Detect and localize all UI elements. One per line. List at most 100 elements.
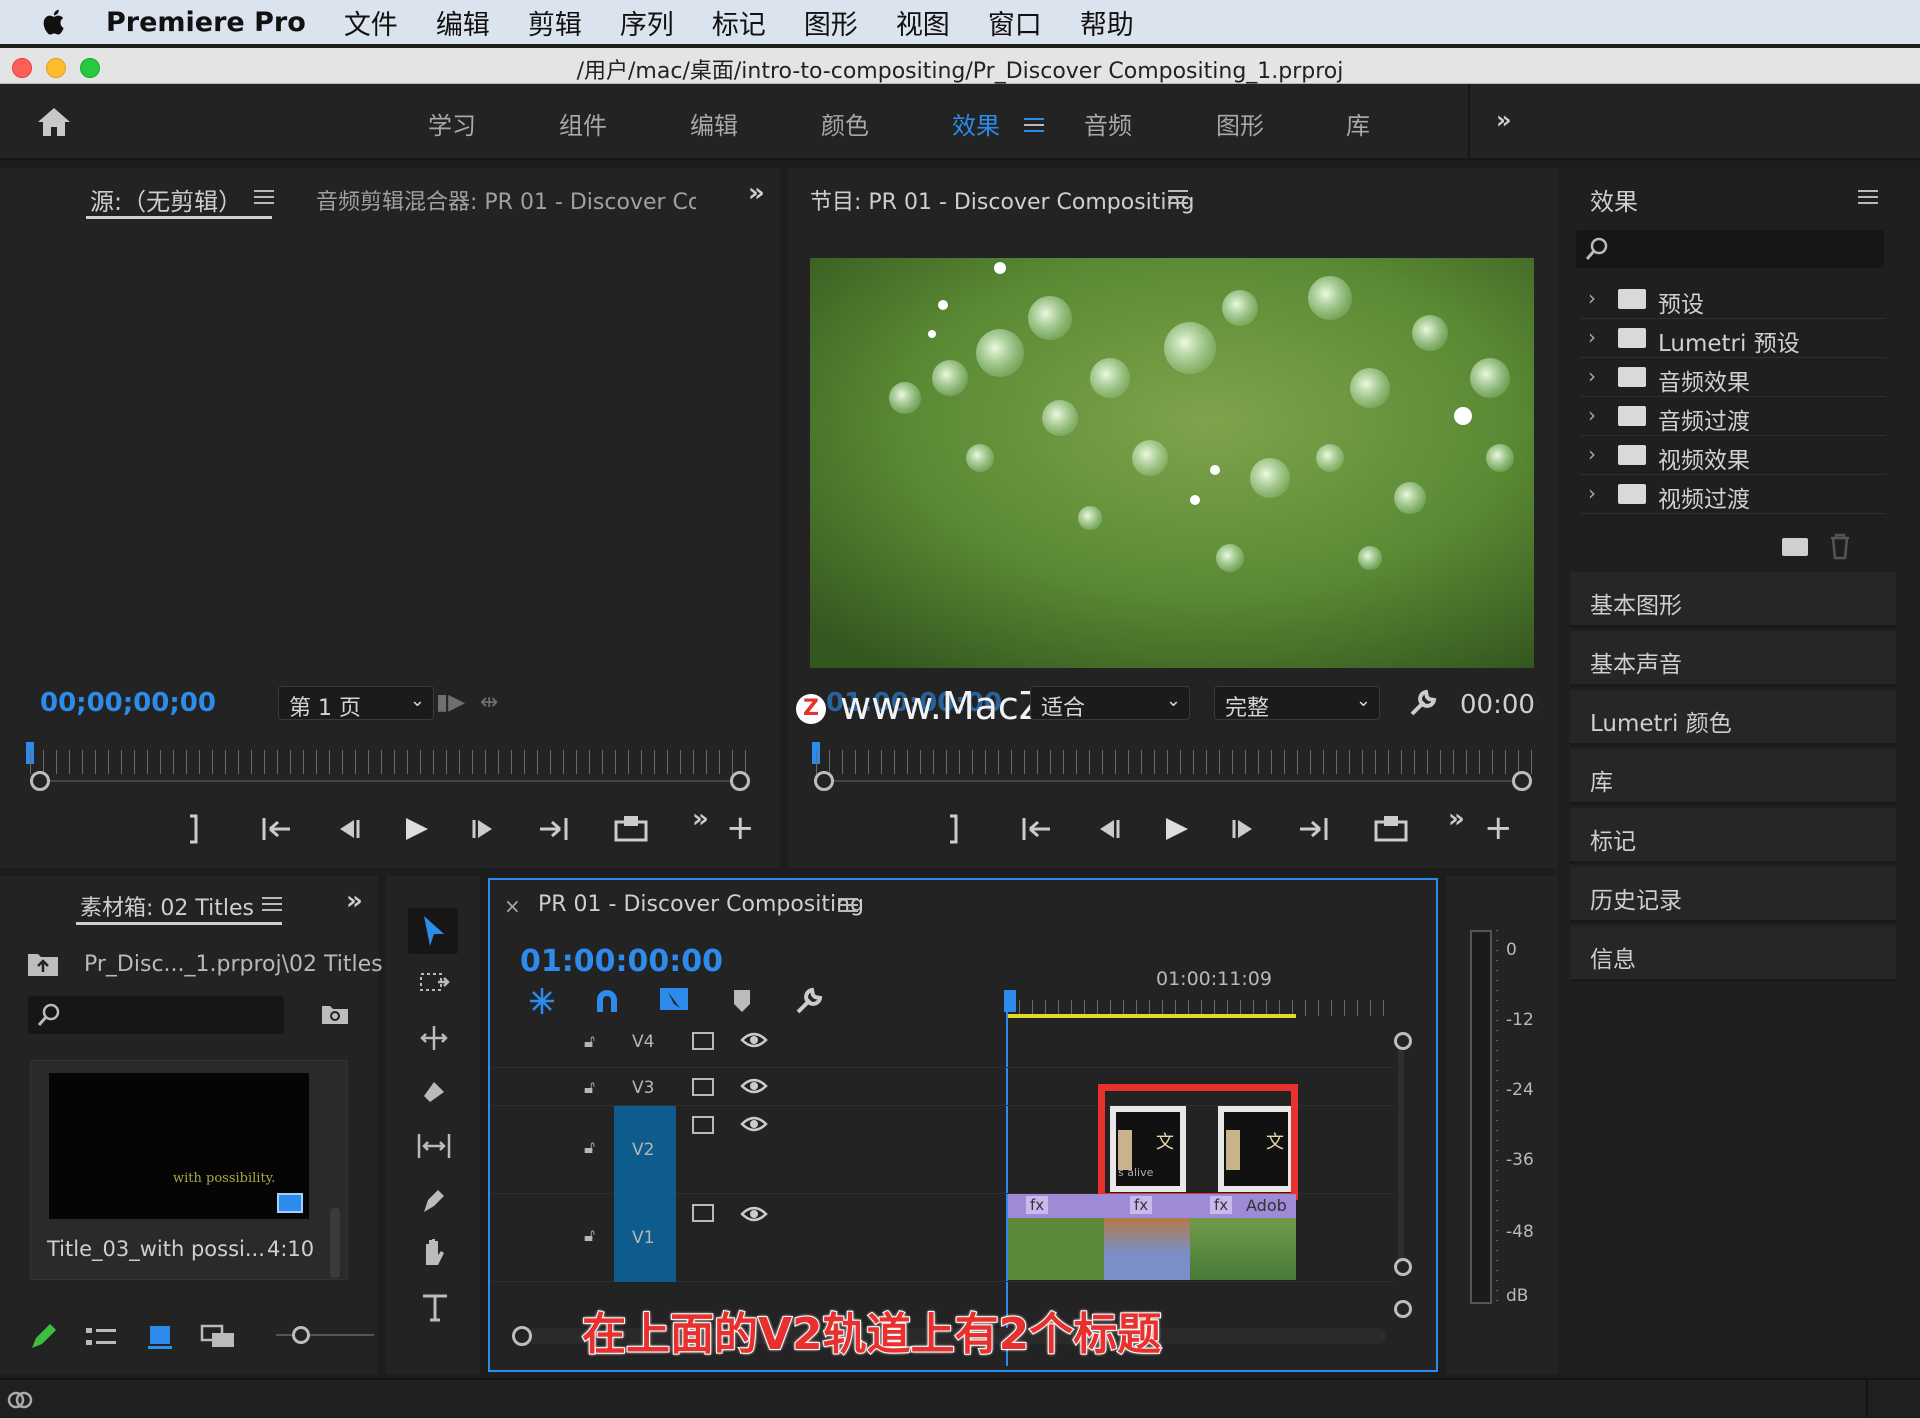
effects-tree-item-video-effects[interactable]: › 视频效果 xyxy=(1580,436,1886,475)
pen-tool[interactable] xyxy=(408,1178,458,1224)
sync-lock-icon[interactable] xyxy=(692,1032,714,1050)
source-time-ruler[interactable] xyxy=(30,750,746,774)
track-lock-icon[interactable]: 🔓︎ xyxy=(584,1138,595,1158)
timeline-playhead[interactable] xyxy=(1004,990,1016,1012)
menu-file[interactable]: 文件 xyxy=(344,3,398,42)
go-to-out-icon[interactable] xyxy=(1294,812,1330,846)
track-label[interactable]: V4 xyxy=(632,1032,654,1052)
workspace-tab-graphics[interactable]: 图形 xyxy=(1216,106,1264,141)
eye-visibility-icon[interactable] xyxy=(740,1030,768,1050)
menu-view[interactable]: 视图 xyxy=(896,3,950,42)
program-zoom-start-handle[interactable] xyxy=(814,771,834,791)
step-back-icon[interactable] xyxy=(1090,812,1126,846)
tab-audio-clip-mixer[interactable]: 音频剪辑混合器: PR 01 - Discover Com xyxy=(316,184,696,216)
workspace-overflow-icon[interactable]: » xyxy=(1496,106,1512,134)
effects-search-input[interactable] xyxy=(1576,230,1884,268)
mark-out-icon[interactable] xyxy=(940,812,970,846)
source-zoom-track[interactable] xyxy=(40,780,740,782)
v1-clip-adobe[interactable]: fx Adob xyxy=(1190,1194,1296,1280)
workspace-tab-libraries[interactable]: 库 xyxy=(1346,106,1370,141)
pencil-icon[interactable] xyxy=(28,1322,58,1352)
bin-search-input[interactable] xyxy=(28,996,284,1034)
source-panel-menu-icon[interactable] xyxy=(254,190,274,204)
go-to-in-icon[interactable] xyxy=(1020,812,1056,846)
hand-tool[interactable] xyxy=(408,1232,458,1278)
step-forward-icon[interactable] xyxy=(1226,812,1262,846)
wrench-settings-icon[interactable] xyxy=(1408,688,1438,718)
mark-out-icon[interactable] xyxy=(180,812,210,846)
program-fit-select[interactable]: 适合 ⌄ xyxy=(1030,686,1190,721)
program-zoom-track[interactable] xyxy=(826,780,1526,782)
workspace-tab-editing[interactable]: 编辑 xyxy=(690,106,738,141)
button-editor-add-icon[interactable]: + xyxy=(726,808,755,848)
export-frame-icon[interactable] xyxy=(1372,812,1412,846)
track-label[interactable]: V1 xyxy=(632,1228,654,1248)
program-quality-select[interactable]: 完整 ⌄ xyxy=(1214,686,1380,721)
panel-link-history[interactable]: 历史记录 xyxy=(1570,867,1896,923)
panel-link-essential-sound[interactable]: 基本声音 xyxy=(1570,631,1896,687)
panel-link-lumetri-color[interactable]: Lumetri 颜色 xyxy=(1570,690,1896,746)
workspace-tab-learn[interactable]: 学习 xyxy=(428,106,476,141)
vscroll-top-handle[interactable] xyxy=(1394,1032,1412,1050)
icon-view-icon[interactable] xyxy=(148,1324,172,1350)
film-step-icon[interactable]: ▮▶ xyxy=(436,690,465,715)
apple-logo-icon[interactable] xyxy=(40,7,70,37)
effects-tree-item-lumetri-presets[interactable]: › Lumetri 预设 xyxy=(1580,319,1886,358)
sync-lock-icon[interactable] xyxy=(692,1204,714,1222)
effects-panel-menu-icon[interactable] xyxy=(1858,190,1878,204)
timeline-menu-icon[interactable] xyxy=(838,898,858,912)
program-zoom-end-handle[interactable] xyxy=(1512,771,1532,791)
eye-visibility-icon[interactable] xyxy=(740,1114,768,1134)
panel-link-libraries[interactable]: 库 xyxy=(1570,749,1896,805)
effects-tree-item-audio-transitions[interactable]: › 音频过渡 xyxy=(1580,397,1886,436)
source-page-select[interactable]: 第 1 页 ⌄ xyxy=(278,686,434,721)
workspace-tab-assembly[interactable]: 组件 xyxy=(559,106,607,141)
menu-help[interactable]: 帮助 xyxy=(1080,3,1134,42)
ripple-edit-tool[interactable] xyxy=(408,1016,458,1062)
sync-lock-icon[interactable] xyxy=(692,1116,714,1134)
program-panel-title[interactable]: 节目: PR 01 - Discover Compositing xyxy=(810,184,1194,216)
freeform-view-icon[interactable] xyxy=(200,1324,236,1350)
bin-up-folder-icon[interactable] xyxy=(26,950,60,978)
menu-markers[interactable]: 标记 xyxy=(712,3,766,42)
source-zoom-start-handle[interactable] xyxy=(30,771,50,791)
sync-lock-icon[interactable] xyxy=(692,1078,714,1096)
button-editor-overflow-icon[interactable]: » xyxy=(692,804,709,834)
track-label[interactable]: V3 xyxy=(632,1078,654,1098)
button-editor-add-icon[interactable]: + xyxy=(1484,808,1513,848)
panel-overflow-icon[interactable]: » xyxy=(346,886,363,916)
zoom-slider-track[interactable] xyxy=(276,1334,374,1336)
timeline-title[interactable]: PR 01 - Discover Compositing xyxy=(538,892,864,917)
app-menu[interactable]: Premiere Pro xyxy=(106,7,306,38)
menu-clip[interactable]: 剪辑 xyxy=(528,3,582,42)
track-label[interactable]: V2 xyxy=(632,1140,654,1160)
insert-icon[interactable]: ⇹ xyxy=(480,690,498,715)
hscroll-start-handle[interactable] xyxy=(512,1326,532,1346)
close-sequence-icon[interactable]: × xyxy=(504,894,521,918)
track-lock-icon[interactable]: 🔓︎ xyxy=(584,1078,595,1098)
type-tool[interactable] xyxy=(408,1286,458,1332)
play-button-icon[interactable] xyxy=(398,812,434,846)
panel-link-essential-graphics[interactable]: 基本图形 xyxy=(1570,572,1896,628)
step-forward-icon[interactable] xyxy=(466,812,502,846)
panel-overflow-icon[interactable]: » xyxy=(748,178,765,208)
bin-panel-title[interactable]: 素材箱: 02 Titles xyxy=(80,890,254,922)
play-button-icon[interactable] xyxy=(1158,812,1194,846)
export-frame-icon[interactable] xyxy=(612,812,652,846)
snap-magnet-icon[interactable] xyxy=(592,986,622,1016)
program-time-ruler[interactable] xyxy=(816,750,1532,774)
button-editor-overflow-icon[interactable]: » xyxy=(1448,804,1465,834)
timeline-settings-wrench-icon[interactable] xyxy=(794,986,824,1016)
selection-tool[interactable] xyxy=(408,908,458,954)
step-back-icon[interactable] xyxy=(330,812,366,846)
menu-sequence[interactable]: 序列 xyxy=(620,3,674,42)
program-video-frame[interactable] xyxy=(810,258,1534,668)
eye-visibility-icon[interactable] xyxy=(740,1076,768,1096)
razor-tool[interactable] xyxy=(408,1070,458,1116)
menu-edit[interactable]: 编辑 xyxy=(436,3,490,42)
source-zoom-end-handle[interactable] xyxy=(730,771,750,791)
effects-tree-item-audio-effects[interactable]: › 音频效果 xyxy=(1580,358,1886,397)
slip-tool[interactable] xyxy=(408,1124,458,1170)
track-header-v4[interactable]: 🔓︎ V4 xyxy=(490,1018,1395,1068)
panel-link-info[interactable]: 信息 xyxy=(1570,926,1896,982)
